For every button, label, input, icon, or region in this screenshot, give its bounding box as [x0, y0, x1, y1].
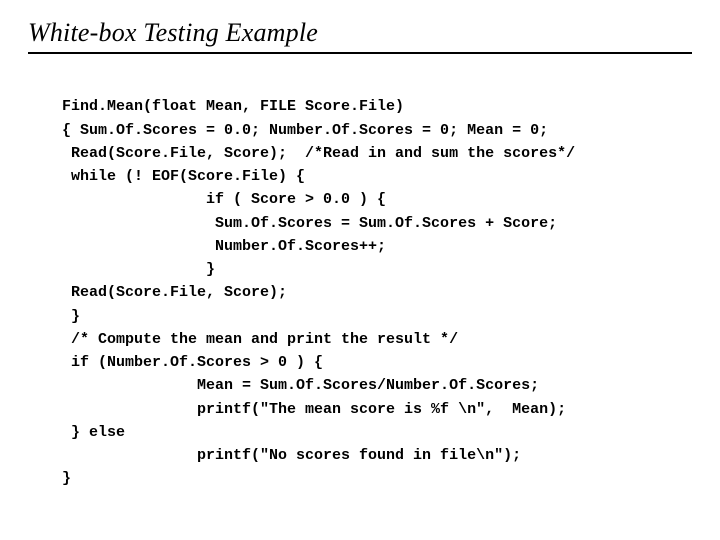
code-line: if (Number.Of.Scores > 0 ) {: [62, 354, 323, 371]
code-line: Find.Mean(float Mean, FILE Score.File): [62, 98, 404, 115]
code-line: } else: [62, 424, 125, 441]
code-line: Read(Score.File, Score); /*Read in and s…: [62, 145, 575, 162]
code-line: printf("No scores found in file\n");: [62, 447, 521, 464]
code-line: { Sum.Of.Scores = 0.0; Number.Of.Scores …: [62, 122, 548, 139]
code-line: }: [62, 308, 80, 325]
code-line: /* Compute the mean and print the result…: [62, 331, 458, 348]
slide-title: White-box Testing Example: [28, 18, 692, 54]
code-line: }: [62, 470, 71, 487]
code-line: if ( Score > 0.0 ) {: [62, 191, 386, 208]
code-line: printf("The mean score is %f \n", Mean);: [62, 401, 566, 418]
code-line: }: [62, 261, 215, 278]
code-line: Number.Of.Scores++;: [62, 238, 386, 255]
code-line: Mean = Sum.Of.Scores/Number.Of.Scores;: [62, 377, 539, 394]
code-line: Sum.Of.Scores = Sum.Of.Scores + Score;: [62, 215, 557, 232]
code-line: while (! EOF(Score.File) {: [62, 168, 305, 185]
code-line: Read(Score.File, Score);: [62, 284, 287, 301]
code-block: Find.Mean(float Mean, FILE Score.File) {…: [62, 72, 692, 491]
